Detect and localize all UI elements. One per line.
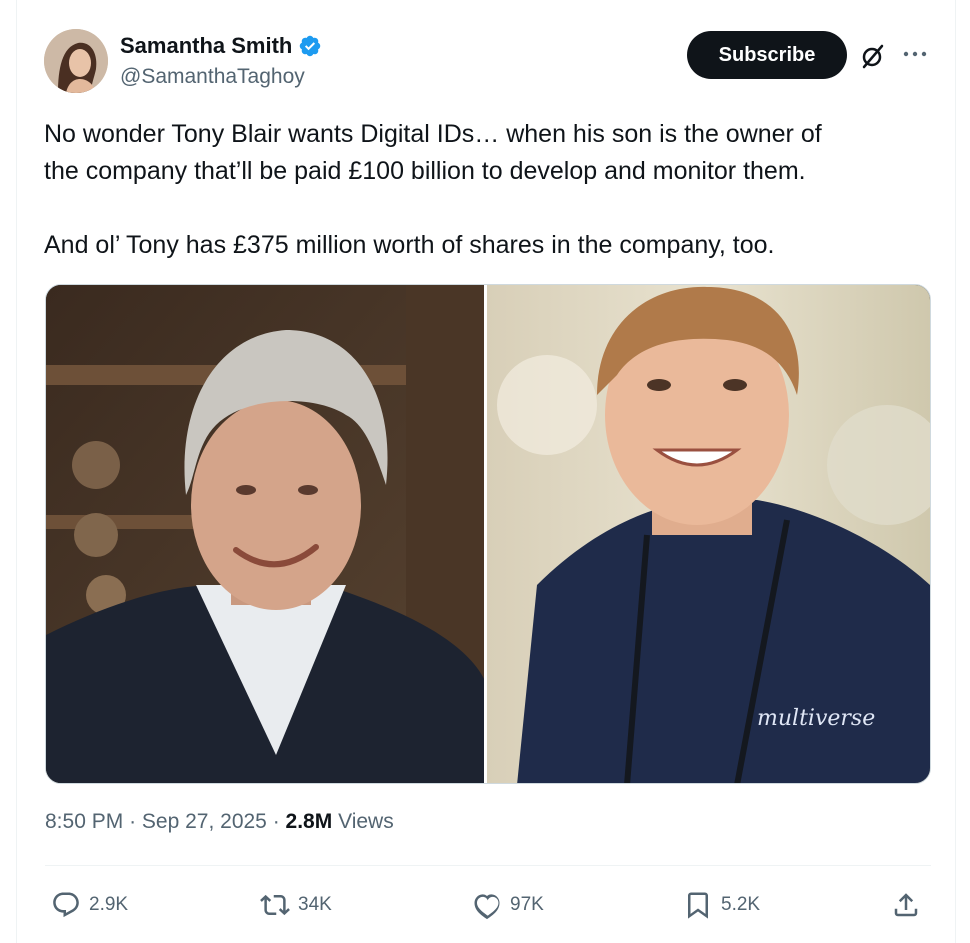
reply-icon xyxy=(53,892,79,918)
meta-separator: · xyxy=(129,810,137,833)
tweet-time[interactable]: 8:50 PM xyxy=(45,810,123,833)
tweet-media[interactable]: multiverse xyxy=(45,284,931,784)
divider xyxy=(45,865,931,866)
reply-button[interactable]: 2.9K xyxy=(51,890,128,920)
repost-icon xyxy=(260,894,290,916)
grok-icon[interactable] xyxy=(859,42,887,70)
subscribe-button[interactable]: Subscribe xyxy=(687,31,847,79)
like-button[interactable]: 97K xyxy=(472,890,544,920)
heart-icon xyxy=(474,894,500,920)
bookmark-count: 5.2K xyxy=(721,894,761,915)
repost-button[interactable]: 34K xyxy=(260,890,332,920)
verified-badge-icon xyxy=(300,35,321,57)
views-count: 2.8M xyxy=(285,810,333,833)
meta-separator: · xyxy=(272,810,280,833)
share-button[interactable] xyxy=(891,890,921,920)
author-handle[interactable]: @SamanthaTaghoy xyxy=(120,65,305,89)
tweet-date[interactable]: Sep 27, 2025 xyxy=(142,810,267,833)
tweet-text: No wonder Tony Blair wants Digital IDs… … xyxy=(44,120,822,259)
views-label: Views xyxy=(338,810,394,833)
like-count: 97K xyxy=(510,894,544,915)
more-icon[interactable] xyxy=(901,40,929,68)
repost-count: 34K xyxy=(298,894,332,915)
avatar[interactable] xyxy=(44,29,108,93)
photo-right[interactable]: multiverse xyxy=(487,285,930,783)
tweet-card: Samantha Smith @SamanthaTaghoy Subscribe… xyxy=(16,0,956,943)
reply-count: 2.9K xyxy=(89,894,129,915)
photo-left[interactable] xyxy=(46,285,487,783)
share-icon xyxy=(894,893,918,917)
display-name[interactable]: Samantha Smith xyxy=(120,33,292,59)
author-name-row[interactable]: Samantha Smith xyxy=(120,33,322,59)
tweet-meta: 8:50 PM · Sep 27, 2025 · 2.8M Views xyxy=(45,810,394,834)
bookmark-icon xyxy=(688,892,708,919)
bookmark-button[interactable]: 5.2K xyxy=(683,890,760,920)
sweater-logo-text: multiverse xyxy=(757,706,875,731)
